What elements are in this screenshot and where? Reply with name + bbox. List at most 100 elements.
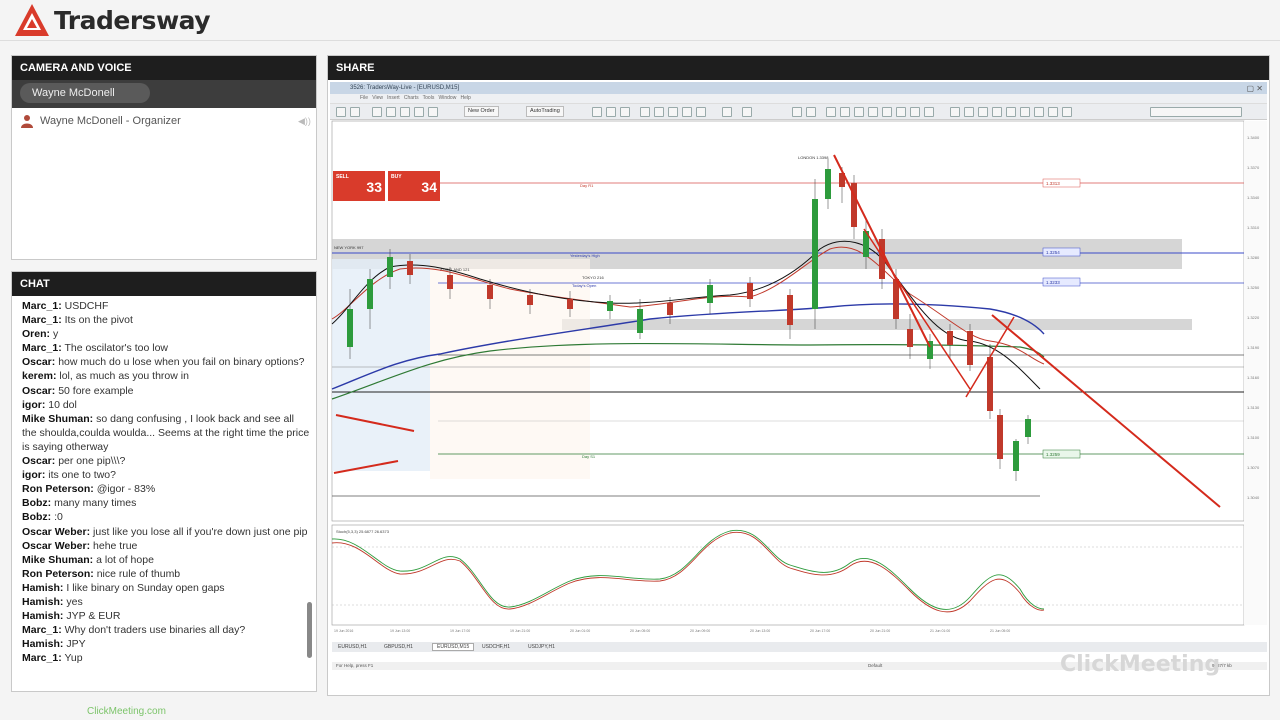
menu-tools[interactable]: Tools bbox=[423, 95, 435, 101]
chat-message: Bobz: :0 bbox=[22, 511, 63, 524]
yesterday-high-label: Yesterday's High bbox=[570, 253, 600, 258]
svg-text:20 Jun 09:00: 20 Jun 09:00 bbox=[690, 629, 710, 633]
participant-item[interactable]: Wayne McDonell - Organizer ◀)) bbox=[12, 108, 316, 134]
menu-insert[interactable]: Insert bbox=[387, 95, 400, 101]
clickmeeting-footer-link[interactable]: ClickMeeting.com bbox=[87, 706, 166, 717]
chat-message: Ron Peterson: @igor - 83% bbox=[22, 483, 156, 496]
horizontal-line-icon[interactable] bbox=[840, 107, 850, 117]
shared-screen-mt4[interactable]: 3526: TradersWay-Live - [EURUSD,M15] ▢ ✕… bbox=[330, 82, 1267, 693]
crosshair-icon[interactable] bbox=[806, 107, 816, 117]
menu-view[interactable]: View bbox=[372, 95, 383, 101]
trendline-icon[interactable] bbox=[854, 107, 864, 117]
eurusd-chart[interactable]: 1.3400 1.3370 1.3340 1.3310 1.3280 1.3250 1.… bbox=[330, 119, 1267, 693]
candlestick-icon[interactable] bbox=[606, 107, 616, 117]
window-controls[interactable]: ▢ ✕ bbox=[1247, 84, 1263, 93]
bar-chart-icon[interactable] bbox=[592, 107, 602, 117]
arrows-icon[interactable] bbox=[924, 107, 934, 117]
oscillator-label: Stoch(5,3,3) 25.6877 26.6373 bbox=[336, 529, 390, 534]
period-h4-icon[interactable] bbox=[1020, 107, 1030, 117]
vertical-line-icon[interactable] bbox=[826, 107, 836, 117]
candle bbox=[607, 301, 613, 311]
navigator-icon[interactable] bbox=[400, 107, 410, 117]
svg-text:1.3250: 1.3250 bbox=[1247, 285, 1260, 290]
chat-message-list[interactable]: Marc_1: USDCHF Marc_1: Its on the pivot … bbox=[22, 299, 310, 689]
period-m1-icon[interactable] bbox=[950, 107, 960, 117]
chart-tabs: EURUSD,H1 GBPUSD,H1 EURUSD,M15 USDCHF,H1… bbox=[332, 642, 1267, 652]
chat-message: Ron Peterson: nice rule of thumb bbox=[22, 567, 181, 580]
oscillator-frame bbox=[331, 524, 1245, 626]
camera-panel-title: CAMERA AND VOICE bbox=[12, 56, 316, 80]
chat-message: Marc_1: USDCHF bbox=[22, 300, 109, 312]
svg-text:1.3280: 1.3280 bbox=[1247, 255, 1260, 260]
svg-text:1.3040: 1.3040 bbox=[1247, 495, 1260, 500]
london-label: LONDON 1.3398 bbox=[798, 155, 829, 160]
indicators-icon[interactable] bbox=[722, 107, 732, 117]
microphone-icon[interactable]: ◀)) bbox=[298, 116, 311, 126]
tab-usdjpy-h1[interactable]: USDJPY,H1 bbox=[528, 644, 555, 650]
buy-button[interactable]: BUY 34 bbox=[388, 171, 440, 201]
menu-help[interactable]: Help bbox=[460, 95, 470, 101]
tab-gbpusd-h1[interactable]: GBPUSD,H1 bbox=[384, 644, 413, 650]
chat-message: Marc_1: Yup bbox=[22, 652, 83, 665]
active-speaker-name[interactable]: Wayne McDonell bbox=[20, 83, 150, 103]
tab-eurusd-m15[interactable]: EURUSD,M15 bbox=[432, 643, 475, 651]
chat-scrollbar[interactable] bbox=[307, 602, 312, 658]
chart-shift-icon[interactable] bbox=[696, 107, 706, 117]
label-tool-icon[interactable] bbox=[910, 107, 920, 117]
zoom-out-icon[interactable] bbox=[654, 107, 664, 117]
period-h1-icon[interactable] bbox=[1006, 107, 1016, 117]
text-tool-icon[interactable] bbox=[896, 107, 906, 117]
mt4-title-bar: 3526: TradersWay-Live - [EURUSD,M15] bbox=[330, 82, 1267, 94]
menu-window[interactable]: Window bbox=[439, 95, 457, 101]
fibonacci-icon[interactable] bbox=[882, 107, 892, 117]
period-m15-icon[interactable] bbox=[978, 107, 988, 117]
candle bbox=[447, 275, 453, 289]
buy-price: 34 bbox=[421, 179, 437, 195]
chat-message: Oscar: 50 fore example bbox=[22, 384, 134, 397]
svg-text:1.3220: 1.3220 bbox=[1247, 315, 1260, 320]
mt4-menu-bar[interactable]: File View Insert Charts Tools Window Hel… bbox=[330, 94, 1267, 104]
mt4-search-input[interactable] bbox=[1150, 107, 1242, 117]
svg-text:1.3190: 1.3190 bbox=[1247, 345, 1260, 350]
period-m5-icon[interactable] bbox=[964, 107, 974, 117]
price-tag-4: 1.3259 bbox=[1046, 452, 1060, 457]
cursor-icon[interactable] bbox=[792, 107, 802, 117]
tile-windows-icon[interactable] bbox=[668, 107, 678, 117]
market-watch-icon[interactable] bbox=[372, 107, 382, 117]
sell-button[interactable]: SELL 33 bbox=[333, 171, 385, 201]
pivot-zone bbox=[562, 319, 1192, 330]
svg-text:20 Jun 17:00: 20 Jun 17:00 bbox=[810, 629, 830, 633]
period-d1-icon[interactable] bbox=[1034, 107, 1044, 117]
svg-text:1.3370: 1.3370 bbox=[1247, 165, 1260, 170]
candle bbox=[907, 329, 913, 347]
tab-eurusd-h1[interactable]: EURUSD,H1 bbox=[338, 644, 367, 650]
autotrading-button[interactable]: AutoTrading bbox=[526, 106, 564, 117]
candle bbox=[407, 261, 413, 275]
svg-text:1.3130: 1.3130 bbox=[1247, 405, 1260, 410]
price-tag-3: 1.3233 bbox=[1046, 280, 1060, 285]
terminal-icon[interactable] bbox=[414, 107, 424, 117]
menu-file[interactable]: File bbox=[360, 95, 368, 101]
chat-message: Oscar: per one pip\\\? bbox=[22, 455, 126, 468]
chat-message: igor: its one to two? bbox=[22, 469, 116, 482]
new-order-button[interactable]: New Order bbox=[464, 106, 499, 117]
tab-usdchf-h1[interactable]: USDCHF,H1 bbox=[482, 644, 510, 650]
scroll-chart-icon[interactable] bbox=[682, 107, 692, 117]
line-chart-icon[interactable] bbox=[620, 107, 630, 117]
chat-message: Oscar: how much do u lose when you fail … bbox=[22, 356, 305, 369]
tester-icon[interactable] bbox=[428, 107, 438, 117]
period-mn-icon[interactable] bbox=[1062, 107, 1072, 117]
new-chart-icon[interactable] bbox=[336, 107, 346, 117]
price-chart-svg: 1.3400 1.3370 1.3340 1.3310 1.3280 1.3250 1.… bbox=[331, 120, 1267, 633]
zoom-in-icon[interactable] bbox=[640, 107, 650, 117]
svg-text:20 Jun 13:00: 20 Jun 13:00 bbox=[750, 629, 770, 633]
chat-message: Mike Shuman: so dang confusing , I look … bbox=[22, 412, 310, 453]
periods-icon[interactable] bbox=[742, 107, 752, 117]
camera-voice-panel: CAMERA AND VOICE Wayne McDonell Wayne Mc… bbox=[11, 55, 317, 260]
period-w1-icon[interactable] bbox=[1048, 107, 1058, 117]
data-window-icon[interactable] bbox=[386, 107, 396, 117]
profiles-icon[interactable] bbox=[350, 107, 360, 117]
menu-charts[interactable]: Charts bbox=[404, 95, 419, 101]
period-m30-icon[interactable] bbox=[992, 107, 1002, 117]
channel-icon[interactable] bbox=[868, 107, 878, 117]
